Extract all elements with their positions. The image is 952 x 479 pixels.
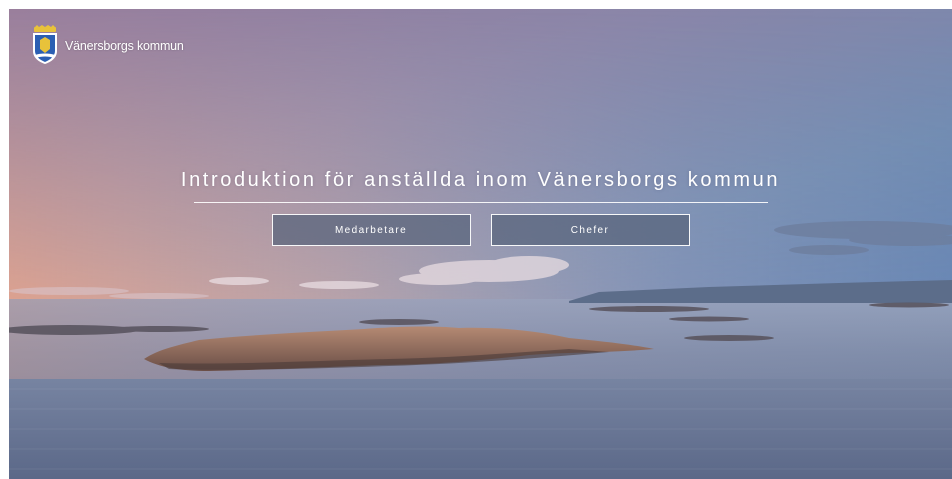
managers-button[interactable]: Chefer bbox=[490, 214, 690, 246]
page-title: Introduktion för anställda inom Vänersbo… bbox=[180, 169, 781, 191]
title-divider bbox=[193, 202, 768, 203]
coat-of-arms-icon bbox=[33, 25, 57, 64]
hero-banner: Vänersborgs kommun Introduktion för anst… bbox=[9, 9, 952, 479]
brand-name: Vänersborgs kommun bbox=[65, 39, 184, 53]
hero-heading-block: Introduktion för anställda inom Vänersbo… bbox=[9, 169, 952, 203]
brand[interactable]: Vänersborgs kommun bbox=[31, 25, 184, 65]
employees-button[interactable]: Medarbetare bbox=[271, 214, 471, 246]
audience-buttons: Medarbetare Chefer bbox=[9, 214, 952, 246]
